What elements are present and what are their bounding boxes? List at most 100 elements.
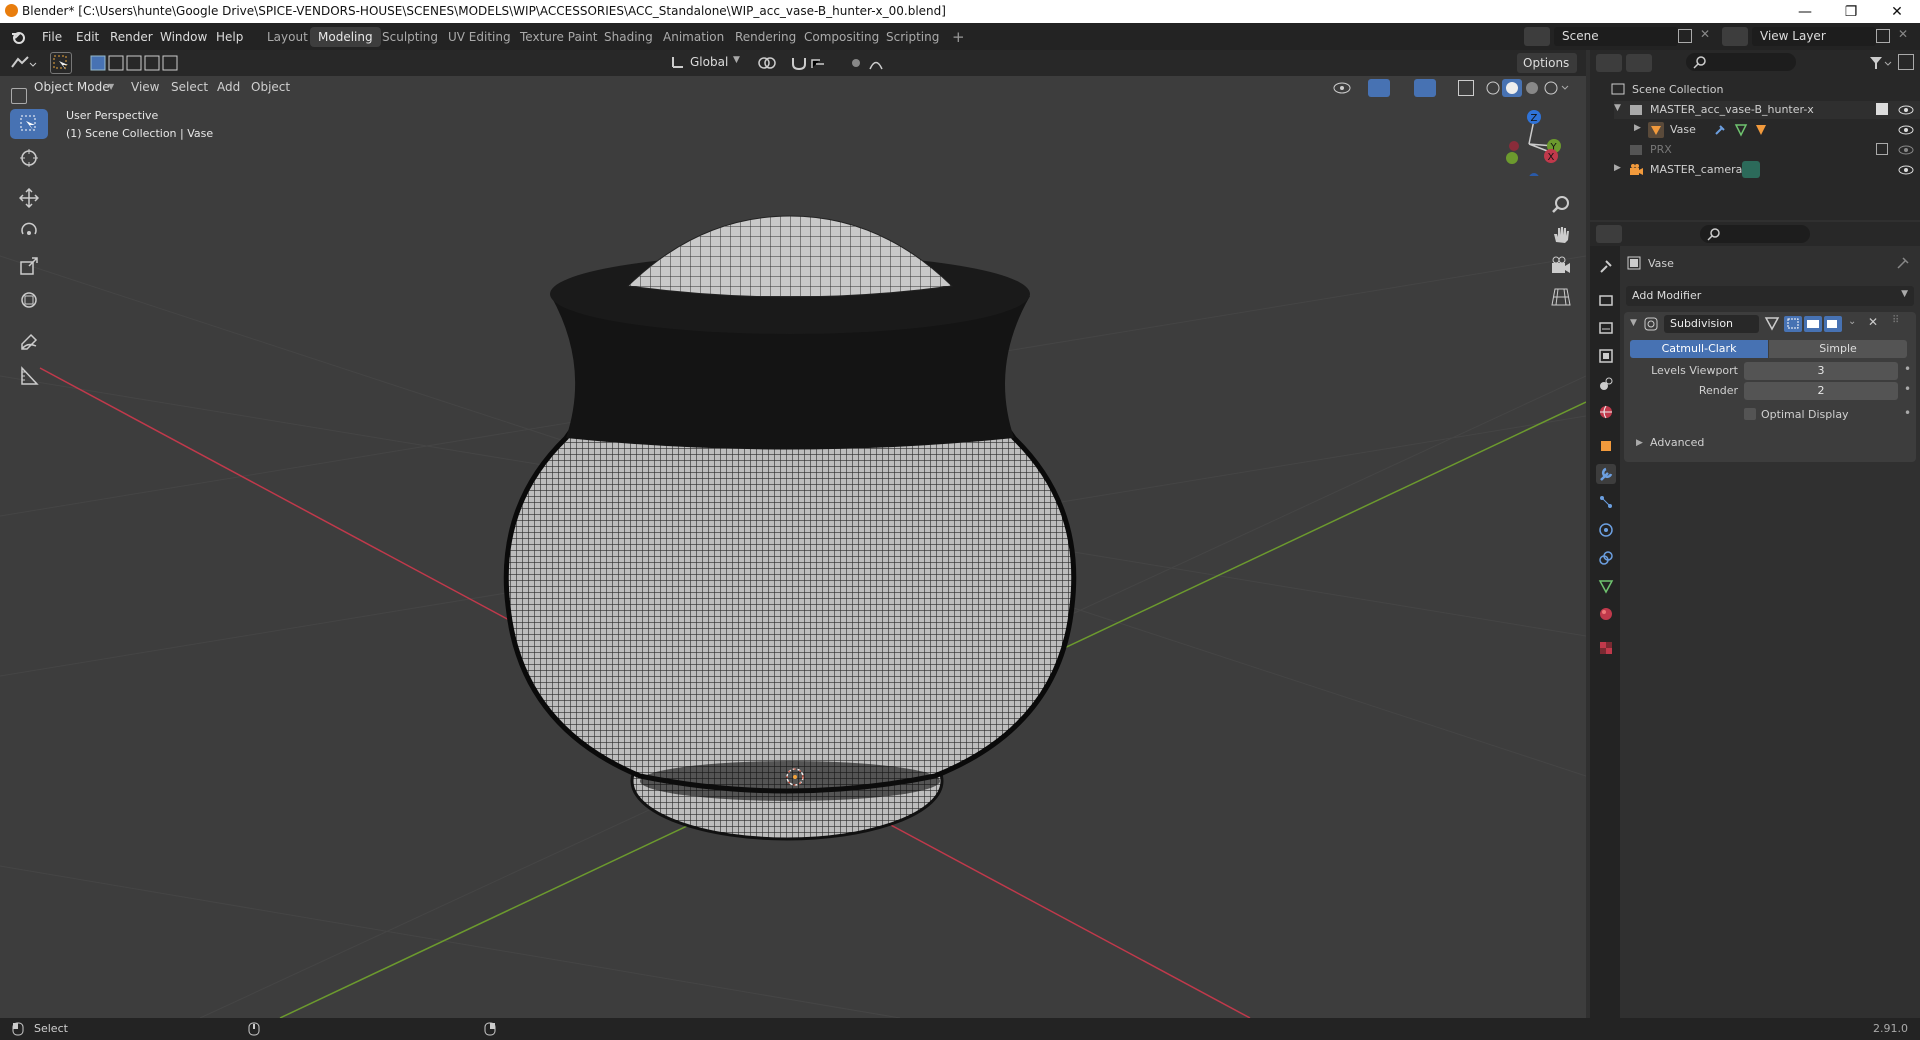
scale-tool-button[interactable] (10, 251, 48, 281)
tab-modeling[interactable]: Modeling (310, 27, 381, 47)
tab-texture-paint[interactable]: Texture Paint (512, 27, 605, 47)
eye-icon[interactable] (1898, 103, 1914, 117)
new-scene-icon[interactable] (1678, 29, 1692, 43)
modifier-menu-chevron-icon[interactable]: ⌄ (1848, 316, 1856, 327)
outliner-row-prx[interactable]: PRX (1614, 141, 1920, 159)
advanced-subpanel-label[interactable]: Advanced (1650, 436, 1704, 449)
particles-tab-icon[interactable] (1596, 492, 1616, 512)
pivot-point-icon[interactable] (756, 54, 784, 72)
outliner-row-master-collection[interactable]: ▼ MASTER_acc_vase-B_hunter-x (1614, 101, 1920, 119)
outliner-row-master-camera[interactable]: ▶ MASTER_camera (1614, 161, 1920, 179)
perspective-toggle-icon[interactable] (1550, 286, 1572, 308)
render-levels-field[interactable]: 2 (1744, 382, 1898, 400)
expand-arrow-icon[interactable]: ▼ (1614, 103, 1621, 113)
object-mode-dropdown[interactable]: Object Mode (34, 80, 110, 94)
measure-tool-button[interactable] (10, 361, 48, 391)
menu-render[interactable]: Render (104, 28, 159, 46)
add-workspace-icon[interactable]: + (944, 27, 973, 47)
options-dropdown[interactable]: Options (1517, 53, 1577, 73)
transform-orientation-dropdown[interactable]: Global (690, 55, 728, 69)
outliner-editor-type-icon[interactable] (1596, 54, 1622, 72)
outliner-row-scene-collection[interactable]: Scene Collection (1610, 81, 1910, 99)
menu-file[interactable]: File (36, 28, 68, 46)
menu-help[interactable]: Help (210, 28, 249, 46)
modifier-name-input[interactable]: Subdivision (1664, 315, 1759, 333)
move-tool-button[interactable] (10, 183, 48, 213)
gizmo-toggle-icon[interactable] (1368, 79, 1390, 97)
drag-handle-icon[interactable]: ⠿ (1892, 315, 1899, 326)
tab-scripting[interactable]: Scripting (878, 27, 947, 47)
3d-viewport[interactable]: Object Mode ▼ View Select Add Object Use… (0, 76, 1586, 1018)
outliner-row-vase[interactable]: ▶ Vase (1634, 121, 1920, 139)
new-collection-icon[interactable] (1898, 54, 1914, 70)
properties-search-input[interactable] (1700, 225, 1810, 243)
zoom-icon[interactable] (1550, 194, 1572, 216)
xray-toggle-icon[interactable] (1458, 80, 1474, 96)
snap-icon[interactable] (790, 54, 840, 72)
visibility-icon[interactable] (1332, 79, 1356, 97)
keyframe-dot-icon[interactable]: • (1904, 382, 1911, 396)
remove-view-layer-icon[interactable]: ✕ (1898, 27, 1908, 41)
scene-type-icon[interactable] (1524, 27, 1550, 46)
physics-tab-icon[interactable] (1596, 520, 1616, 540)
view-layer-tab-icon[interactable] (1596, 346, 1616, 366)
world-tab-icon[interactable] (1596, 402, 1616, 422)
keyframe-dot-icon[interactable]: • (1904, 406, 1911, 420)
remove-scene-icon[interactable]: ✕ (1700, 27, 1710, 41)
new-view-layer-icon[interactable] (1876, 29, 1890, 43)
catmull-clark-tab[interactable]: Catmull-Clark (1630, 340, 1768, 358)
view-layer-selector[interactable]: View Layer (1752, 27, 1876, 46)
rotate-tool-button[interactable] (10, 217, 48, 247)
outliner-search-input[interactable] (1686, 53, 1796, 71)
levels-viewport-field[interactable]: 3 (1744, 362, 1898, 380)
pan-hand-icon[interactable] (1550, 224, 1572, 246)
select-tool-button[interactable] (10, 109, 48, 139)
add-modifier-dropdown[interactable]: Add Modifier ▼ (1626, 286, 1914, 306)
eye-icon[interactable] (1898, 163, 1914, 177)
overlays-toggle-icon[interactable] (1414, 79, 1436, 97)
keyframe-dot-icon[interactable]: • (1904, 362, 1911, 376)
menu-window[interactable]: Window (154, 28, 213, 46)
blender-menu-icon[interactable] (10, 29, 26, 45)
navigation-gizmo[interactable]: Z Y X (1494, 106, 1564, 176)
minimize-button[interactable]: — (1782, 0, 1828, 23)
filter-icon[interactable] (1868, 54, 1894, 72)
eye-icon[interactable] (1898, 143, 1914, 157)
shading-mode-buttons[interactable] (1484, 79, 1570, 97)
object-tab-icon[interactable] (1596, 436, 1616, 456)
texture-tab-icon[interactable] (1596, 638, 1616, 658)
exclude-checkbox[interactable] (1876, 143, 1888, 155)
simple-tab[interactable]: Simple (1769, 340, 1907, 358)
eye-icon[interactable] (1898, 123, 1914, 137)
tab-compositing[interactable]: Compositing (796, 27, 887, 47)
display-mode-icon[interactable] (1626, 54, 1652, 72)
expand-arrow-icon[interactable]: ▶ (1634, 123, 1641, 133)
editor-type-icon[interactable] (8, 53, 38, 73)
menu-object[interactable]: Object (251, 80, 290, 94)
proportional-editing-icon[interactable] (848, 54, 898, 72)
tool-tab-icon[interactable] (1596, 256, 1616, 276)
menu-select[interactable]: Select (171, 80, 208, 94)
modifier-visibility-toggles[interactable] (1764, 315, 1844, 333)
maximize-button[interactable]: ❐ (1828, 0, 1874, 23)
expand-arrow-icon[interactable]: ▶ (1636, 438, 1643, 448)
output-tab-icon[interactable] (1596, 318, 1616, 338)
transform-tool-button[interactable] (10, 285, 48, 315)
tab-animation[interactable]: Animation (655, 27, 732, 47)
select-box-tool-icon[interactable] (50, 52, 72, 74)
menu-edit[interactable]: Edit (70, 28, 105, 46)
tab-sculpting[interactable]: Sculpting (374, 27, 446, 47)
expand-arrow-icon[interactable]: ▶ (1614, 163, 1621, 173)
data-tab-icon[interactable] (1596, 576, 1616, 596)
scene-tab-icon[interactable] (1596, 374, 1616, 394)
cursor-tool-button[interactable] (10, 143, 48, 173)
vase-mesh[interactable] (503, 215, 1077, 841)
tab-shading[interactable]: Shading (596, 27, 661, 47)
menu-add[interactable]: Add (217, 80, 240, 94)
pin-icon[interactable] (1896, 256, 1910, 270)
selection-mode-buttons[interactable] (89, 54, 179, 72)
properties-editor-type-icon[interactable] (1596, 225, 1622, 243)
tab-layout[interactable]: Layout (259, 27, 316, 47)
exclude-checkbox[interactable] (1876, 103, 1888, 115)
view-layer-icon[interactable] (1722, 27, 1748, 46)
